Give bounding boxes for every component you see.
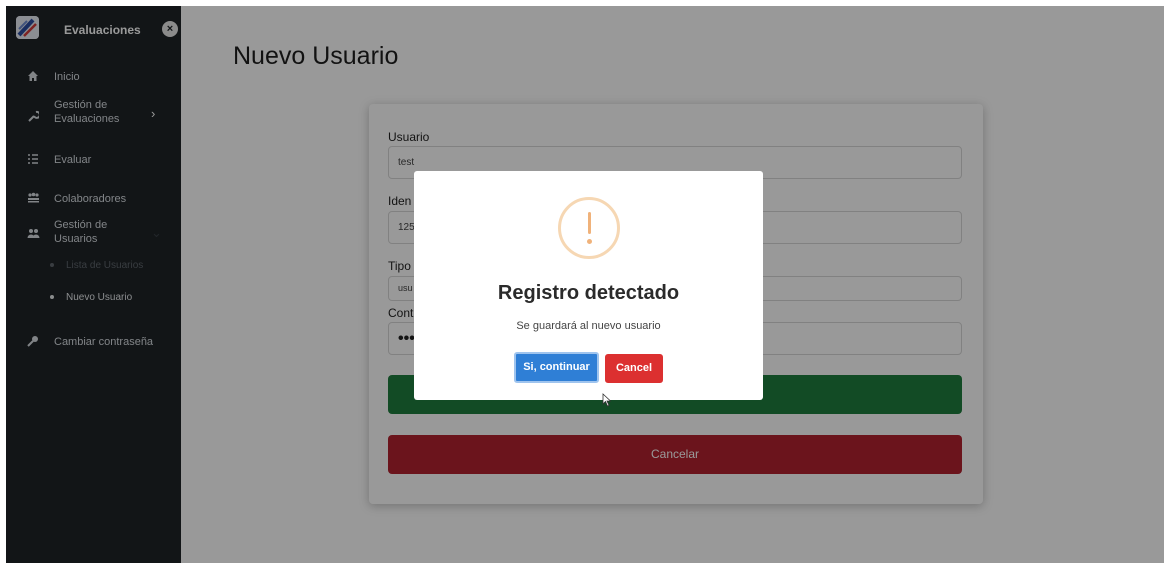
dialog-title: Registro detectado: [497, 282, 680, 304]
confirm-button[interactable]: Si, continuar: [514, 352, 599, 383]
confirm-dialog: Registro detectado Se guardará al nuevo …: [414, 171, 763, 400]
mouse-cursor-icon: [602, 393, 612, 412]
dialog-message: Se guardará al nuevo usuario: [516, 320, 661, 332]
cancel-button[interactable]: Cancel: [605, 354, 663, 383]
app-window: Evaluaciones × Inicio Gestión de Evaluac…: [6, 6, 1164, 563]
warning-icon: [558, 197, 620, 259]
